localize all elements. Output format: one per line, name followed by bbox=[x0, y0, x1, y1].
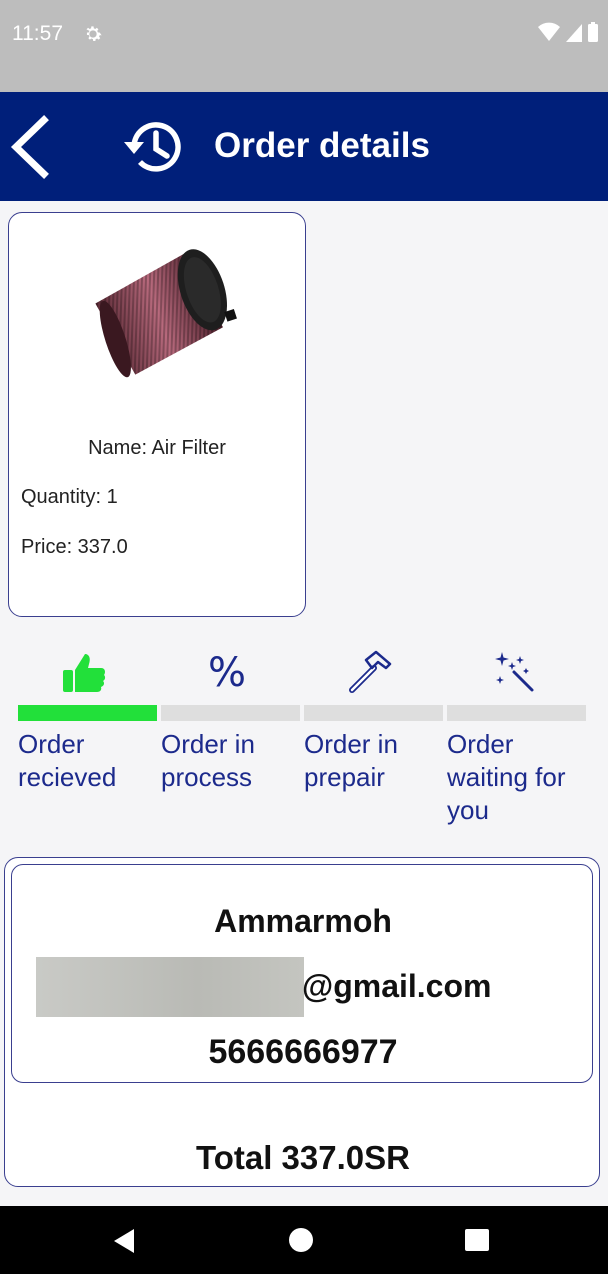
nav-back-icon[interactable] bbox=[112, 1228, 136, 1254]
order-total: Total 337.0SR bbox=[196, 1139, 410, 1176]
step-label: Order in process bbox=[161, 729, 255, 792]
customer-info-card: Ammarmoh @gmail.com 5666666977 bbox=[11, 864, 593, 1083]
thumbs-up-icon bbox=[54, 648, 114, 698]
order-status-steps: Order recieved % Order in process Order … bbox=[18, 648, 588, 838]
step-progress-bar bbox=[304, 705, 443, 721]
sparkle-wand-icon bbox=[483, 648, 543, 698]
step-progress-bar bbox=[447, 705, 586, 721]
status-icons bbox=[538, 22, 598, 42]
hammer-icon bbox=[340, 648, 400, 698]
battery-icon bbox=[588, 22, 598, 42]
step-label: Order recieved bbox=[18, 729, 117, 792]
product-quantity: Quantity: 1 bbox=[21, 486, 118, 508]
nav-recent-apps-icon[interactable] bbox=[465, 1229, 489, 1251]
step-progress-bar bbox=[161, 705, 300, 721]
customer-email: @gmail.com bbox=[12, 957, 594, 1021]
product-card[interactable]: Name: Air Filter Quantity: 1 Price: 337.… bbox=[8, 212, 306, 617]
customer-phone: 5666666977 bbox=[208, 1033, 398, 1071]
step-label: Order waiting for you bbox=[447, 729, 566, 825]
status-bar: 11:57 bbox=[0, 0, 608, 92]
nav-home-icon[interactable] bbox=[289, 1228, 313, 1252]
step-progress-bar bbox=[18, 705, 157, 721]
settings-gear-icon bbox=[86, 26, 102, 42]
product-price: Price: 337.0 bbox=[21, 536, 128, 558]
order-summary-card: Ammarmoh @gmail.com 5666666977 Total 337… bbox=[4, 857, 600, 1187]
email-domain: @gmail.com bbox=[302, 968, 492, 1004]
page-title: Order details bbox=[214, 126, 430, 165]
email-redaction bbox=[36, 957, 304, 1017]
air-filter-image bbox=[95, 249, 237, 378]
wifi-icon bbox=[538, 22, 560, 41]
history-icon bbox=[124, 122, 181, 172]
product-name: Name: Air Filter bbox=[88, 437, 226, 459]
back-arrow-icon[interactable] bbox=[6, 114, 56, 180]
signal-icon bbox=[566, 24, 582, 42]
step-label: Order in prepair bbox=[304, 729, 398, 792]
step-progress-fill bbox=[18, 705, 157, 721]
percent-icon: % bbox=[207, 650, 246, 696]
customer-name: Ammarmoh bbox=[214, 903, 392, 939]
status-time: 11:57 bbox=[12, 22, 63, 45]
system-nav-bar bbox=[0, 1206, 608, 1274]
app-bar: Order details bbox=[0, 92, 608, 201]
